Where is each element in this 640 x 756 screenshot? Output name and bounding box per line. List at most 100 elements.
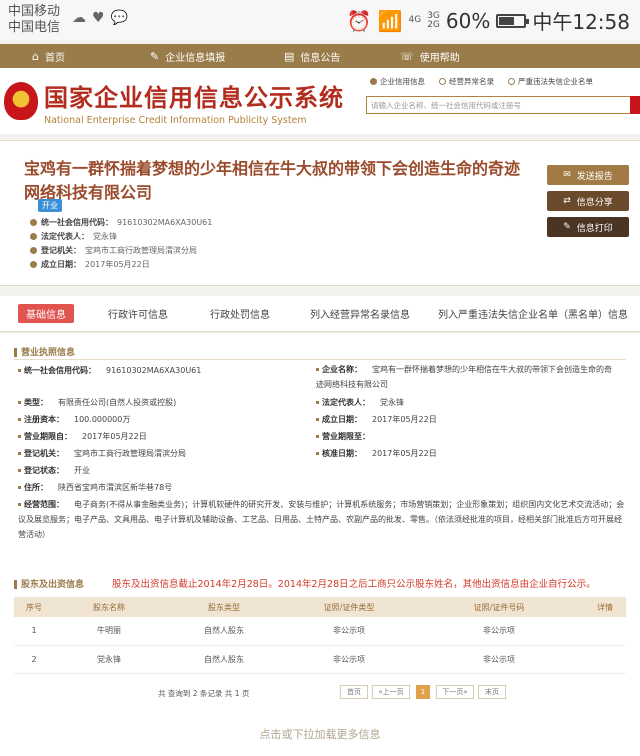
battery-fill (499, 16, 514, 25)
status-badge: 开业 (38, 199, 62, 212)
print-button[interactable]: ✎ 信息打印 (547, 217, 629, 237)
nav-notice-label: 信息公告 (300, 52, 341, 64)
status-right: ⏰ 📶 4G 3G 2G 60% 中午12:58 (347, 6, 630, 35)
bullet-icon (18, 401, 21, 404)
cell: 非公示项 (284, 645, 414, 674)
search-button[interactable] (630, 96, 640, 114)
credit-code-label: 统一社会信用代码： (41, 218, 113, 227)
company-credit-code: 统一社会信用代码： 91610302MA6XA30U61 (30, 217, 212, 228)
table-row: 2 党永锋 自然人股东 非公示项 非公示项 (14, 645, 626, 674)
site-header: 国家企业信用信息公示系统 National Enterprise Credit … (0, 68, 640, 134)
field-value: 有限责任公司(自然人投资或控股) (58, 398, 177, 407)
status-bar: 中国移动 中国电信 ☁ ♥ 💬 ⏰ 📶 4G 3G 2G 60% 中午12:58 (0, 0, 640, 40)
top-nav: ⌂ 首页 ✎ 企业信息填报 ▤ 信息公告 ☏ 使用帮助 (0, 44, 640, 68)
net-2g: 2G (427, 19, 440, 30)
building-icon (30, 247, 37, 254)
shareholder-notice: 股东及出资信息截止2014年2月28日。2014年2月28日之后工商只公示股东姓… (112, 579, 596, 590)
search-type-radios: 企业信用信息 经营异常名录 严重违法失信企业名单 (370, 76, 593, 87)
pager-prev-button[interactable]: «上一页 (372, 685, 410, 699)
info-tabs: 基础信息 行政许可信息 行政处罚信息 列入经营异常名录信息 列入严重违法失信企业… (0, 296, 640, 332)
license-section-title: 营业执照信息 (14, 345, 75, 358)
pager-current-page[interactable]: 1 (416, 685, 430, 699)
clock: 中午12:58 (532, 10, 630, 34)
field-value: 2017年05月22日 (372, 415, 437, 424)
pager-next-button[interactable]: 下一页» (436, 685, 474, 699)
search-input[interactable]: 请输入企业名称、统一社会信用代码或注册号 (366, 96, 634, 114)
cell: 非公示项 (414, 617, 584, 646)
main-content: 营业执照信息 统一社会信用代码： 91610302MA6XA30U61 企业名称：… (0, 333, 640, 756)
notice-icon: ▤ (284, 49, 295, 63)
cell: 党永锋 (54, 645, 164, 674)
field-label: 营业期限至： (322, 432, 370, 441)
cell[interactable] (584, 617, 626, 646)
cell: 自然人股东 (164, 645, 284, 674)
edit-icon: ✎ (150, 49, 160, 63)
field-label: 类型： (24, 398, 48, 407)
notification-icons: ☁ ♥ 💬 (72, 10, 128, 26)
pager-info: 共 查询到 2 条记录 共 1 页 (158, 689, 250, 698)
carrier-1: 中国移动 (8, 4, 61, 19)
cloud-icon: ☁ (72, 10, 86, 26)
share-button[interactable]: ⇄ 信息分享 (547, 191, 629, 211)
radio-credit-label: 企业信用信息 (380, 77, 425, 86)
cell[interactable] (584, 645, 626, 674)
authority-value: 宝鸡市工商行政管理局渭滨分局 (85, 246, 197, 255)
tab-license[interactable]: 行政许可信息 (108, 306, 168, 321)
tab-basic-info[interactable]: 基础信息 (18, 304, 74, 323)
radio-abnormal-list[interactable]: 经营异常名录 (439, 76, 494, 87)
bullet-icon (316, 435, 319, 438)
heart-icon: ♥ (92, 10, 105, 26)
site-title-en: National Enterprise Credit Information P… (44, 115, 307, 126)
radio-blacklist[interactable]: 严重违法失信企业名单 (508, 76, 593, 87)
load-more-button[interactable]: 点击或下拉加载更多信息 (0, 726, 640, 742)
nav-home[interactable]: ⌂ 首页 (32, 44, 65, 68)
pager-last-button[interactable]: 末页 (478, 685, 506, 699)
field-value: 2017年05月22日 (372, 449, 437, 458)
carrier-2: 中国电信 (8, 20, 61, 35)
tab-abnormal[interactable]: 列入经营异常名录信息 (310, 306, 410, 321)
send-report-button[interactable]: ✉ 发送报告 (547, 165, 629, 185)
alarm-icon: ⏰ (346, 8, 372, 33)
field-capital: 注册资本： 100.000000万 (18, 414, 130, 425)
battery-icon (496, 13, 530, 28)
nav-report[interactable]: ✎ 企业信息填报 (150, 44, 225, 68)
pager-first-button[interactable]: 首页 (340, 685, 368, 699)
company-authority: 登记机关： 宝鸡市工商行政管理局渭滨分局 (30, 245, 197, 256)
field-value: 2017年05月22日 (82, 432, 147, 441)
field-authority: 登记机关： 宝鸡市工商行政管理局渭滨分局 (18, 448, 186, 459)
radio-blacklist-label: 严重违法失信企业名单 (518, 77, 593, 86)
field-label: 营业期限自： (24, 432, 72, 441)
help-icon: ☏ (400, 49, 414, 63)
field-value: 开业 (74, 466, 90, 475)
tab-penalty[interactable]: 行政处罚信息 (210, 306, 270, 321)
col-name: 股东名称 (54, 597, 164, 617)
wifi-icon: 📶 (377, 8, 403, 33)
field-label: 统一社会信用代码： (24, 366, 96, 375)
nav-notice[interactable]: ▤ 信息公告 (284, 44, 340, 68)
divider (14, 359, 626, 360)
send-report-label: 发送报告 (576, 171, 613, 182)
cell: 2 (14, 645, 54, 674)
radio-credit-info[interactable]: 企业信用信息 (370, 76, 425, 87)
field-value: 党永锋 (380, 398, 404, 407)
field-reg-status: 登记状态： 开业 (18, 465, 90, 476)
home-icon: ⌂ (32, 49, 39, 63)
nav-help[interactable]: ☏ 使用帮助 (400, 44, 460, 68)
bullet-icon (316, 368, 319, 371)
nav-report-label: 企业信息填报 (165, 52, 226, 64)
field-label: 登记状态： (24, 466, 64, 475)
field-label: 法定代表人： (322, 398, 370, 407)
est-date-label: 成立日期： (41, 260, 81, 269)
net-label-1: 4G (408, 15, 422, 25)
net-label-2: 3G 2G (427, 11, 440, 30)
share-icon: ⇄ (563, 196, 571, 206)
bullet-icon (18, 369, 21, 372)
tab-blacklist[interactable]: 列入严重违法失信企业名单（黑名单）信息 (438, 306, 628, 321)
cell: 非公示项 (284, 617, 414, 646)
radio-dot-icon (439, 78, 446, 85)
share-label: 信息分享 (576, 197, 613, 208)
battery-percent: 60% (445, 8, 491, 33)
col-type: 股东类型 (164, 597, 284, 617)
cell: 牛明丽 (54, 617, 164, 646)
legal-rep-value: 党永锋 (93, 232, 117, 241)
